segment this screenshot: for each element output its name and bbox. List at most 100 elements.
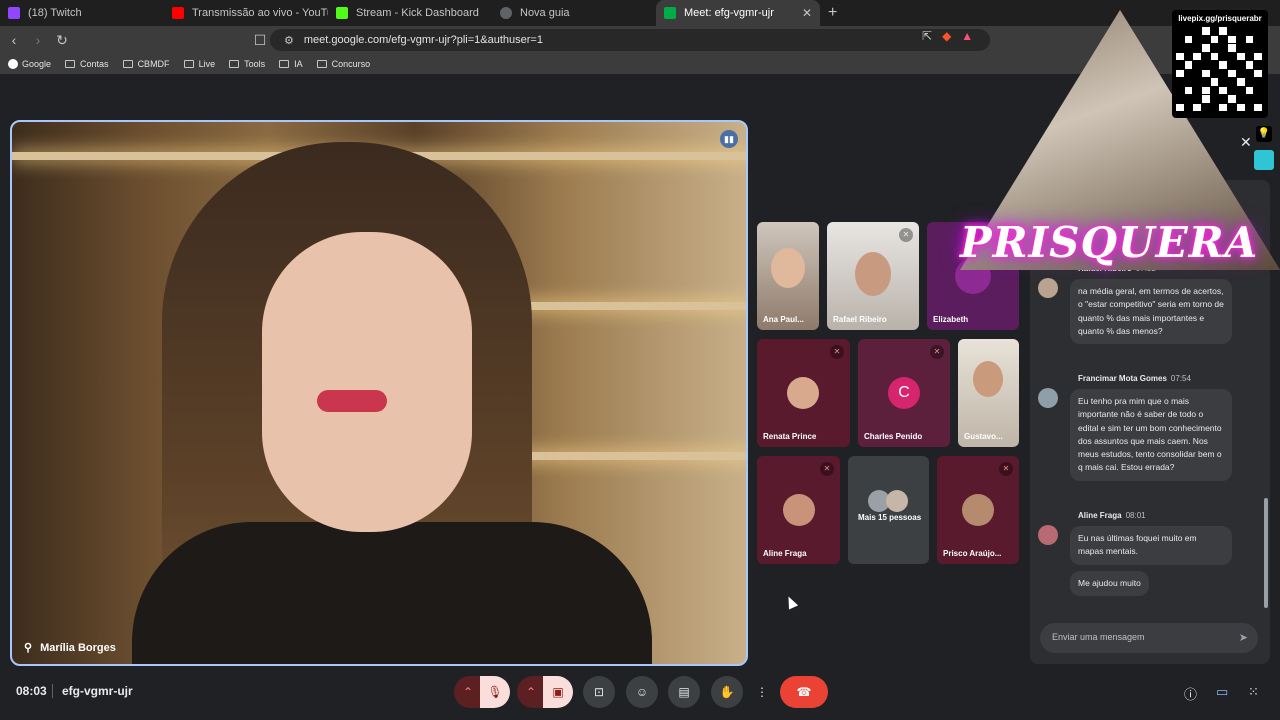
bookmark-label: Concurso: [331, 59, 371, 69]
emoji-icon: ☺: [635, 685, 649, 699]
forward-icon[interactable]: ›: [28, 32, 48, 48]
participant-tile[interactable]: ✕ Renata Prince: [757, 339, 850, 447]
participant-name: Charles Penido: [864, 432, 923, 441]
overlay-brand-logo: PRISQUERA: [960, 218, 1259, 267]
participant-name: Gustavo...: [964, 432, 1003, 441]
participant-tile[interactable]: ✕ Prisco Araújo...: [937, 456, 1019, 564]
bookmark-cbmdf[interactable]: CBMDF: [122, 59, 170, 69]
url-text: meet.google.com/efg-vgmr-ujr?pli=1&authu…: [303, 34, 543, 46]
folder-icon: [279, 60, 290, 68]
tab-label: Meet: efg-vgmr-ujr: [684, 7, 774, 19]
participant-video: [855, 252, 891, 296]
youtube-icon: [172, 7, 184, 19]
chat-time: 07:54: [1170, 374, 1191, 383]
close-icon[interactable]: ✕: [1240, 134, 1252, 151]
participant-tile[interactable]: C ✕ Charles Penido: [858, 339, 950, 447]
participant-name: Prisco Araújo...: [943, 549, 1002, 558]
participant-tile[interactable]: Ana Paul...: [757, 222, 819, 330]
bookmark-label: Live: [198, 59, 216, 69]
chevron-up-icon: ⌃: [525, 685, 537, 699]
chat-message: Rafael Ribeiro07:52 na média geral, em t…: [1038, 264, 1248, 350]
bookmark-google[interactable]: Google: [8, 59, 51, 69]
chat-message: Francimar Mota Gomes 07:54 Eu tenho pra m…: [1038, 374, 1248, 487]
participant-name: Aline Fraga: [763, 549, 807, 558]
tab-label: Stream - Kick Dashboard: [356, 7, 479, 19]
address-bar[interactable]: ⚙ meet.google.com/efg-vgmr-ujr?pli=1&aut…: [270, 29, 990, 51]
participant-name: Elizabeth: [933, 315, 969, 324]
camera-off-icon: ▣: [552, 685, 564, 699]
participant-video: [973, 361, 1003, 397]
participant-video: [771, 248, 805, 288]
chat-scrollbar[interactable]: [1264, 498, 1268, 608]
raise-hand-button[interactable]: ✋: [711, 676, 743, 708]
chat-time: 08:01: [1125, 511, 1146, 520]
present-button[interactable]: ⊡: [583, 676, 615, 708]
tab-label: (18) Twitch: [28, 7, 82, 19]
activities-icon[interactable]: ⁙: [1248, 684, 1259, 700]
send-icon[interactable]: ➤: [1239, 631, 1248, 644]
qr-code: [1176, 27, 1262, 111]
new-tab-button[interactable]: +: [828, 4, 837, 22]
share-icon[interactable]: ⇱: [922, 29, 932, 43]
more-participants-tile[interactable]: Mais 15 pessoas: [848, 456, 929, 564]
participant-initial-avatar: C: [888, 377, 920, 409]
mic-off-icon: ✕: [820, 462, 834, 476]
lightbulb-icon: 💡: [1256, 126, 1272, 142]
captions-button[interactable]: ▤: [668, 676, 700, 708]
pin-icon[interactable]: ⚲: [24, 641, 32, 654]
reactions-button[interactable]: ☺: [626, 676, 658, 708]
brave-shield-icon[interactable]: ◆: [942, 29, 951, 43]
folder-icon: [316, 60, 327, 68]
captions-icon: ▤: [678, 685, 690, 699]
back-icon[interactable]: ‹: [4, 32, 24, 48]
bookmark-live[interactable]: Live: [183, 59, 216, 69]
avatar: [1038, 388, 1058, 408]
tab-twitch[interactable]: (18) Twitch: [0, 0, 164, 26]
participant-tile[interactable]: Gustavo...: [958, 339, 1019, 447]
mic-off-icon: ✕: [930, 345, 944, 359]
bookmark-label: IA: [294, 59, 303, 69]
meeting-info-icon[interactable]: ⓘ: [1184, 684, 1197, 703]
bookmark-ia[interactable]: IA: [279, 59, 303, 69]
folder-icon: [122, 60, 133, 68]
google-icon: [8, 59, 18, 69]
tab-meet[interactable]: Meet: efg-vgmr-ujr ✕: [656, 0, 820, 26]
chat-message-header: Aline Fraga 08:01: [1078, 511, 1248, 520]
main-speaker-video[interactable]: ▮▮ ⚲ Marília Borges: [10, 120, 748, 666]
bookmark-tools[interactable]: Tools: [229, 59, 265, 69]
tab-label: Transmissão ao vivo - YouTube Studio: [192, 7, 328, 19]
tab-youtube-studio[interactable]: Transmissão ao vivo - YouTube Studio: [164, 0, 328, 26]
close-tab-icon[interactable]: ✕: [802, 6, 812, 20]
bookmark-icon[interactable]: ☐: [250, 32, 270, 49]
participant-tile[interactable]: ✕ Aline Fraga: [757, 456, 840, 564]
participant-tile[interactable]: ✕ Rafael Ribeiro: [827, 222, 919, 330]
reload-icon[interactable]: ↻: [52, 32, 72, 49]
bookmark-label: Tools: [244, 59, 266, 69]
overlay-badge-icon: [1254, 150, 1274, 170]
mic-off-icon: ✕: [999, 462, 1013, 476]
participant-name: Rafael Ribeiro: [833, 315, 887, 324]
meeting-code: efg-vgmr-ujr: [62, 684, 133, 698]
chat-icon[interactable]: ▭: [1216, 684, 1228, 700]
participant-name: Ana Paul...: [763, 315, 804, 324]
participant-avatar: [787, 377, 819, 409]
tab-kick[interactable]: Stream - Kick Dashboard: [328, 0, 492, 26]
folder-icon: [65, 60, 76, 68]
site-info-icon[interactable]: ⚙: [284, 34, 294, 47]
hand-icon: ✋: [719, 685, 735, 699]
mic-off-icon: 🎙: [487, 685, 503, 699]
qr-label: livepix.gg/prisquerabr: [1178, 14, 1262, 23]
video-options-button[interactable]: ⌃: [517, 676, 545, 708]
main-speaker-label: ⚲ Marília Borges: [24, 641, 116, 655]
audio-options-button[interactable]: ⌃: [454, 676, 482, 708]
mic-off-icon: ✕: [830, 345, 844, 359]
tab-new[interactable]: Nova guia: [492, 0, 656, 26]
bookmark-contas[interactable]: Contas: [65, 59, 109, 69]
chat-author: Francimar Mota Gomes: [1078, 374, 1167, 383]
bookmark-concurso[interactable]: Concurso: [316, 59, 371, 69]
leave-call-button[interactable]: ☎: [780, 676, 828, 708]
chat-message-input[interactable]: Enviar uma mensagem ➤: [1040, 623, 1258, 653]
more-options-button[interactable]: ⋮: [752, 676, 772, 708]
more-participants-label: Mais 15 pessoas: [858, 513, 922, 522]
hang-up-icon: ☎: [796, 685, 812, 699]
